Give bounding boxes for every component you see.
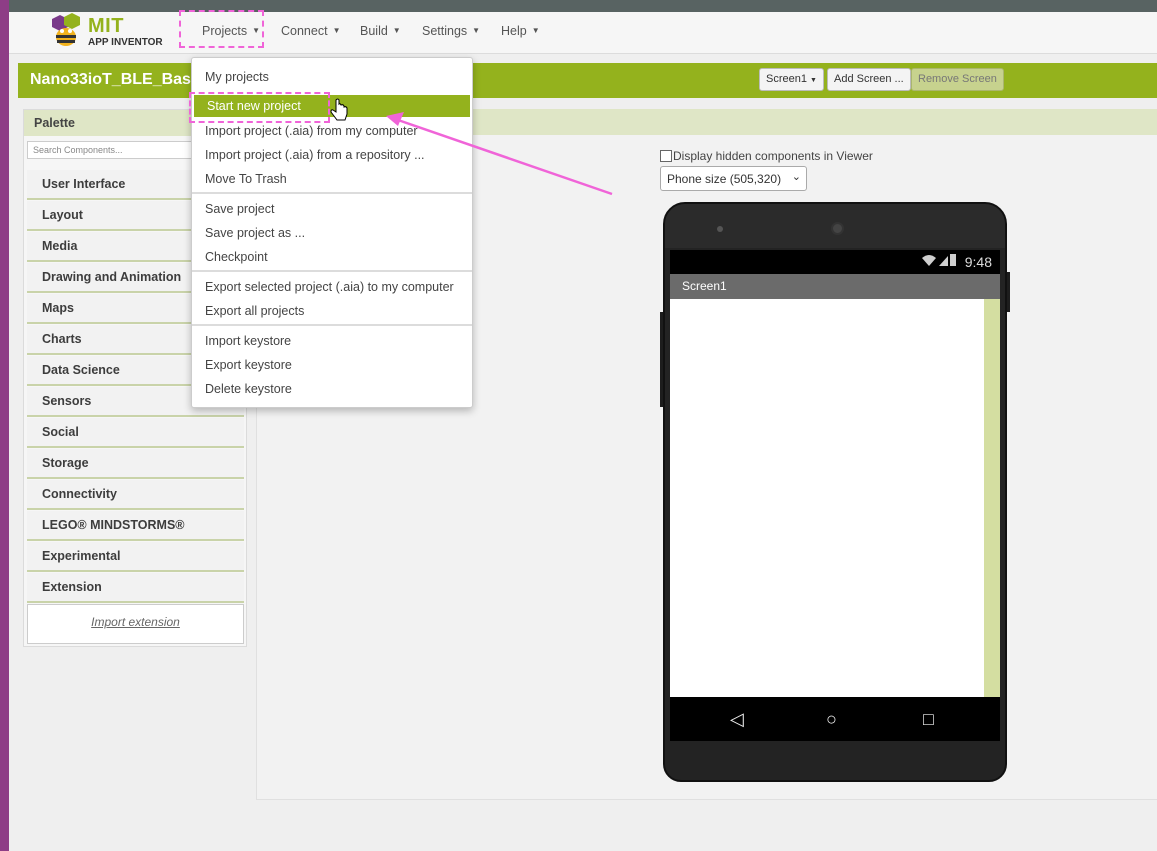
category-lego-mindstorms[interactable]: LEGO® MINDSTORMS®: [27, 511, 244, 541]
app-inventor-logo[interactable]: MIT APP INVENTOR: [44, 13, 169, 51]
project-title: Nano33ioT_BLE_Bas: [30, 71, 191, 88]
category-experimental[interactable]: Experimental: [27, 542, 244, 572]
wifi-signal-battery-icon: [921, 254, 956, 266]
caret-down-icon: ▼: [332, 26, 341, 35]
add-screen-button[interactable]: Add Screen ...: [827, 68, 911, 91]
screen-scrollbar: [984, 299, 1000, 697]
menu-export-selected-project[interactable]: Export selected project (.aia) to my com…: [192, 276, 472, 298]
menu-import-project-computer[interactable]: Import project (.aia) from my computer: [192, 120, 472, 142]
search-components-input[interactable]: Search Components...: [27, 141, 197, 159]
menu-save-project-as[interactable]: Save project as ...: [192, 222, 472, 244]
category-extension[interactable]: Extension: [27, 573, 244, 603]
nav-help[interactable]: Help ▼: [501, 24, 540, 38]
menu-my-projects[interactable]: My projects: [192, 66, 472, 88]
menu-separator: [192, 324, 472, 326]
recents-icon: □: [923, 709, 934, 729]
left-window-edge: [0, 0, 9, 851]
nav-help-label: Help: [501, 24, 527, 38]
nav-connect-label: Connect: [281, 24, 328, 38]
nav-build-label: Build: [360, 24, 388, 38]
screen-select-label: Screen1: [766, 73, 807, 85]
checkbox-box[interactable]: [660, 150, 672, 162]
menu-import-keystore[interactable]: Import keystore: [192, 330, 472, 352]
menu-save-project[interactable]: Save project: [192, 198, 472, 220]
menu-delete-keystore[interactable]: Delete keystore: [192, 378, 472, 400]
caret-down-icon: ▼: [810, 77, 817, 84]
remove-screen-button[interactable]: Remove Screen: [911, 68, 1004, 91]
projects-highlight-box: [179, 10, 264, 48]
import-extension-link[interactable]: Import extension: [27, 604, 244, 644]
start-new-project-highlight-box: [189, 92, 330, 123]
home-icon: ○: [826, 709, 837, 729]
phone-top-bezel: [665, 204, 1005, 248]
phone-size-select[interactable]: Phone size (505,320) ⌄: [660, 166, 807, 191]
menu-checkpoint[interactable]: Checkpoint: [192, 246, 472, 268]
display-hidden-label: Display hidden components in Viewer: [673, 149, 873, 163]
logo-subtitle: APP INVENTOR: [88, 37, 163, 48]
display-hidden-checkbox[interactable]: Display hidden components in Viewer: [660, 149, 873, 163]
screen-select-button[interactable]: Screen1 ▼: [759, 68, 824, 91]
nav-connect[interactable]: Connect ▼: [281, 24, 340, 38]
phone-nav-bar: ◁ ○ □: [670, 697, 1000, 741]
phone-camera-icon: [831, 222, 844, 235]
menu-export-all-projects[interactable]: Export all projects: [192, 300, 472, 322]
nav-build[interactable]: Build ▼: [360, 24, 401, 38]
phone-sensor-icon: [717, 226, 723, 232]
category-connectivity[interactable]: Connectivity: [27, 480, 244, 510]
phone-status-bar: 9:48: [670, 250, 1000, 274]
nav-settings-label: Settings: [422, 24, 468, 38]
logo-mit-text: MIT: [88, 15, 124, 37]
nav-settings[interactable]: Settings ▼: [422, 24, 480, 38]
caret-down-icon: ▼: [472, 26, 481, 35]
screen-title-bar: Screen1: [670, 274, 1000, 299]
category-social[interactable]: Social: [27, 418, 244, 448]
status-time: 9:48: [964, 254, 992, 270]
chevron-down-icon: ⌄: [791, 171, 801, 183]
bee-logo-icon: [52, 13, 80, 46]
category-storage[interactable]: Storage: [27, 449, 244, 479]
phone-screen[interactable]: [670, 299, 1000, 697]
caret-down-icon: ▼: [531, 26, 540, 35]
menu-export-keystore[interactable]: Export keystore: [192, 354, 472, 376]
menu-separator: [192, 192, 472, 194]
caret-down-icon: ▼: [392, 26, 401, 35]
menu-separator: [192, 270, 472, 272]
phone-size-value: Phone size (505,320): [667, 172, 782, 186]
back-icon: ◁: [730, 709, 744, 729]
menu-import-project-repository[interactable]: Import project (.aia) from a repository …: [192, 144, 472, 166]
menu-move-to-trash[interactable]: Move To Trash: [192, 168, 472, 190]
status-icons: 9:48: [921, 253, 992, 270]
phone-mockup: 9:48 Screen1 ◁ ○ □: [663, 202, 1007, 782]
